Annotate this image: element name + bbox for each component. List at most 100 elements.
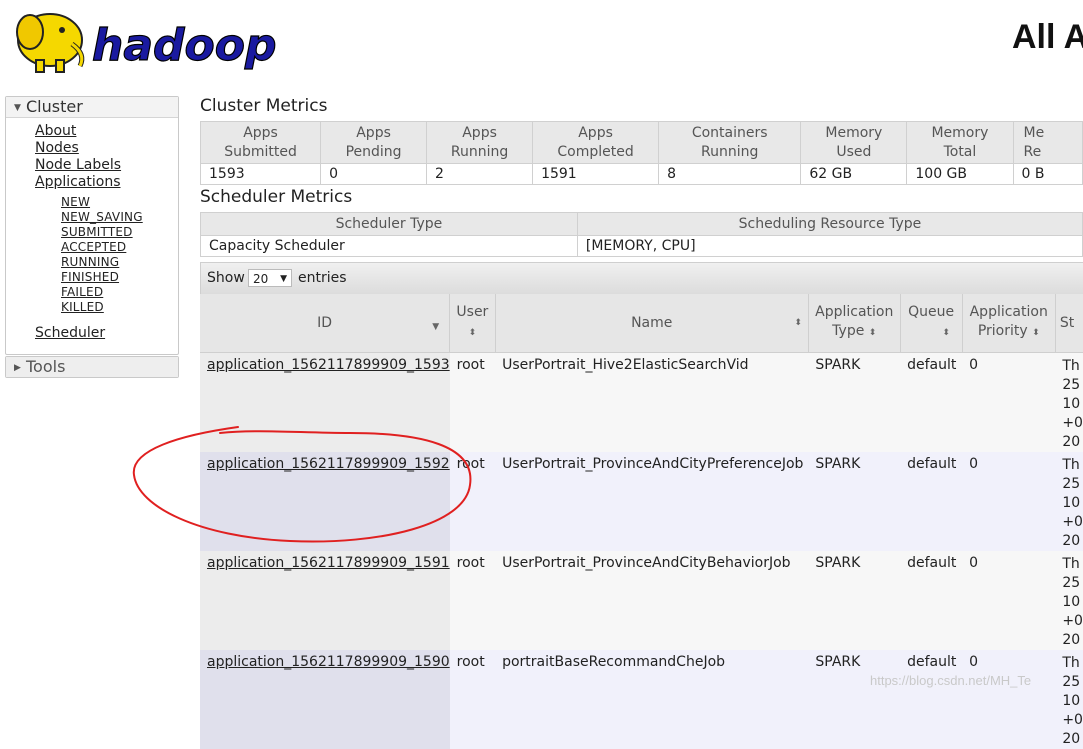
scheduler-value: Capacity Scheduler <box>200 235 578 257</box>
metric-value: 1591 <box>532 163 660 185</box>
metric-value: 1593 <box>199 163 322 185</box>
app-start-time: Th 25 10 +0 20 <box>1055 352 1083 452</box>
cluster-label: Cluster <box>26 97 83 116</box>
sort-desc-icon: ▼ <box>432 322 440 332</box>
sidebar-cluster-header[interactable]: ▼ Cluster <box>6 97 178 118</box>
triangle-right-icon: ▶ <box>14 362 21 373</box>
app-name: UserPortrait_ProvinceAndCityBehaviorJob <box>495 551 809 650</box>
nav-link-about[interactable]: About <box>35 123 121 140</box>
metric-header-label: Apps Running <box>450 124 509 160</box>
column-header-user[interactable]: User ⬍ <box>449 294 496 353</box>
scheduler-metrics-title: Scheduler Metrics <box>200 187 353 207</box>
show-label: Show <box>207 270 245 286</box>
column-header-start-time[interactable]: St <box>1055 294 1083 353</box>
start-part: 25 <box>1062 674 1081 690</box>
metric-header-label: Memory Used <box>825 124 883 160</box>
app-queue: default <box>900 551 963 650</box>
nav-state-failed[interactable]: FAILED <box>61 285 143 300</box>
start-part: 20 <box>1062 731 1081 747</box>
scheduler-value: [MEMORY, CPU] <box>576 235 1083 257</box>
cluster-metrics-table: Apps Submitted Apps Pending Apps Running… <box>199 121 1083 185</box>
sort-icon: ⬍ <box>794 318 802 328</box>
tools-label: Tools <box>26 357 66 376</box>
app-name: UserPortrait_ProvinceAndCityPreferenceJo… <box>495 452 809 551</box>
nav-link-node-labels[interactable]: Node Labels <box>35 157 121 174</box>
metric-value: 100 GB <box>906 163 1014 185</box>
nav-state-finished[interactable]: FINISHED <box>61 270 143 285</box>
metric-value: 62 GB <box>800 163 908 185</box>
column-header-queue[interactable]: Queue ⬍ <box>900 294 963 353</box>
nav-link-nodes[interactable]: Nodes <box>35 140 121 157</box>
app-type: SPARK <box>808 352 901 452</box>
page-title: All A <box>1012 18 1083 56</box>
nav-state-new[interactable]: NEW <box>61 195 143 210</box>
scheduler-header: Scheduler Type <box>200 212 578 236</box>
metric-header-label: Memory Total <box>931 124 989 160</box>
metric-header: Apps Pending <box>320 121 428 164</box>
column-header-label: ID <box>317 314 333 331</box>
nav-state-killed[interactable]: KILLED <box>61 300 143 315</box>
sort-icon: ⬍ <box>942 328 950 338</box>
metric-header-label: Apps Completed <box>557 124 634 160</box>
column-header-application-priority[interactable]: Application Priority ⬍ <box>962 294 1056 353</box>
dropdown-arrow-icon: ▼ <box>280 274 287 284</box>
app-id-link[interactable]: application_1562117899909_1592 <box>207 456 450 472</box>
start-part: Th <box>1062 655 1080 671</box>
sort-icon: ⬍ <box>1032 328 1040 338</box>
column-header-name[interactable]: Name ⬍ <box>495 294 809 353</box>
start-part: 10 <box>1062 594 1081 610</box>
entries-select[interactable]: 20 ▼ <box>248 269 292 287</box>
entries-label: entries <box>298 270 347 286</box>
metric-header-label: Containers Running <box>691 124 768 160</box>
start-part: 20 <box>1062 632 1081 648</box>
app-user: root <box>449 452 496 551</box>
start-part: +0 <box>1062 712 1083 728</box>
nav-state-running[interactable]: RUNNING <box>61 255 143 270</box>
app-priority: 0 <box>962 551 1056 650</box>
nav-link-applications[interactable]: Applications <box>35 174 121 191</box>
metric-header-label: Apps Pending <box>345 124 402 160</box>
start-part: 25 <box>1062 377 1081 393</box>
metric-header: Memory Used <box>800 121 908 164</box>
column-header-application-type[interactable]: Application Type ⬍ <box>808 294 901 353</box>
logo-text: hadoop <box>92 20 276 71</box>
hadoop-logo[interactable]: hadoop <box>6 2 306 76</box>
app-queue: default <box>900 352 963 452</box>
column-header-label: User <box>456 304 489 320</box>
metric-value: 0 B <box>1012 163 1083 185</box>
start-part: 20 <box>1062 434 1081 450</box>
app-id-link[interactable]: application_1562117899909_1593 <box>207 357 450 373</box>
nav-state-accepted[interactable]: ACCEPTED <box>61 240 143 255</box>
start-part: 10 <box>1062 495 1081 511</box>
metric-header: Apps Running <box>426 121 534 164</box>
column-header-label: St <box>1059 314 1075 331</box>
column-header-label: Application Type <box>815 304 894 339</box>
app-priority: 0 <box>962 452 1056 551</box>
watermark: https://blog.csdn.net/MH_Te <box>870 673 1032 688</box>
start-part: +0 <box>1062 415 1083 431</box>
sidebar-tools-section[interactable]: ▶ Tools <box>5 356 179 378</box>
cluster-metrics-title: Cluster Metrics <box>200 96 328 116</box>
app-start-time: Th 25 10 +0 20 <box>1055 551 1083 650</box>
app-name: UserPortrait_Hive2ElasticSearchVid <box>495 352 809 452</box>
column-header-id[interactable]: ID ▼ <box>200 294 451 353</box>
column-header-label: Name <box>631 314 673 331</box>
app-start-time: Th 25 10 +0 20 <box>1055 452 1083 551</box>
metric-value: 2 <box>426 163 534 185</box>
app-priority: 0 <box>962 352 1056 452</box>
table-row: application_1562117899909_1591 root User… <box>200 551 1083 650</box>
sort-icon: ⬍ <box>468 328 477 338</box>
hadoop-elephant-icon: hadoop <box>16 13 277 73</box>
metric-header: Apps Completed <box>532 121 660 164</box>
sidebar-tools-header[interactable]: ▶ Tools <box>6 357 178 377</box>
start-part: Th <box>1062 457 1080 473</box>
nav-state-new-saving[interactable]: NEW_SAVING <box>61 210 143 225</box>
nav-link-scheduler[interactable]: Scheduler <box>35 325 105 341</box>
app-id-link[interactable]: application_1562117899909_1591 <box>207 555 450 571</box>
metric-value: 0 <box>320 163 428 185</box>
app-id-link[interactable]: application_1562117899909_1590 <box>207 654 450 670</box>
nav-state-submitted[interactable]: SUBMITTED <box>61 225 143 240</box>
entries-value: 20 <box>253 272 269 286</box>
start-part: +0 <box>1062 613 1083 629</box>
app-type: SPARK <box>808 551 901 650</box>
